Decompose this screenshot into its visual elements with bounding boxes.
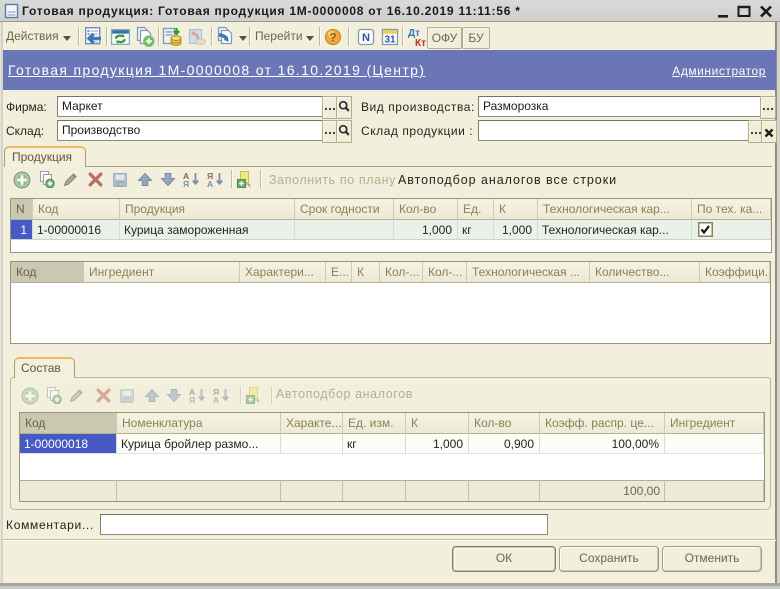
svg-text:Я: Я — [189, 395, 195, 404]
svg-text:Кт: Кт — [415, 38, 426, 47]
svg-text:t: t — [258, 399, 260, 405]
svg-text:ток: ток — [117, 181, 125, 186]
svg-text:А: А — [213, 395, 219, 404]
svg-text:?: ? — [329, 33, 336, 45]
svg-text:N: N — [362, 32, 370, 44]
svg-text:t: t — [249, 183, 251, 189]
svg-text:ток: ток — [123, 397, 131, 402]
svg-text:Я: Я — [183, 179, 189, 188]
svg-text:А: А — [207, 179, 213, 188]
svg-text:31: 31 — [384, 34, 396, 45]
